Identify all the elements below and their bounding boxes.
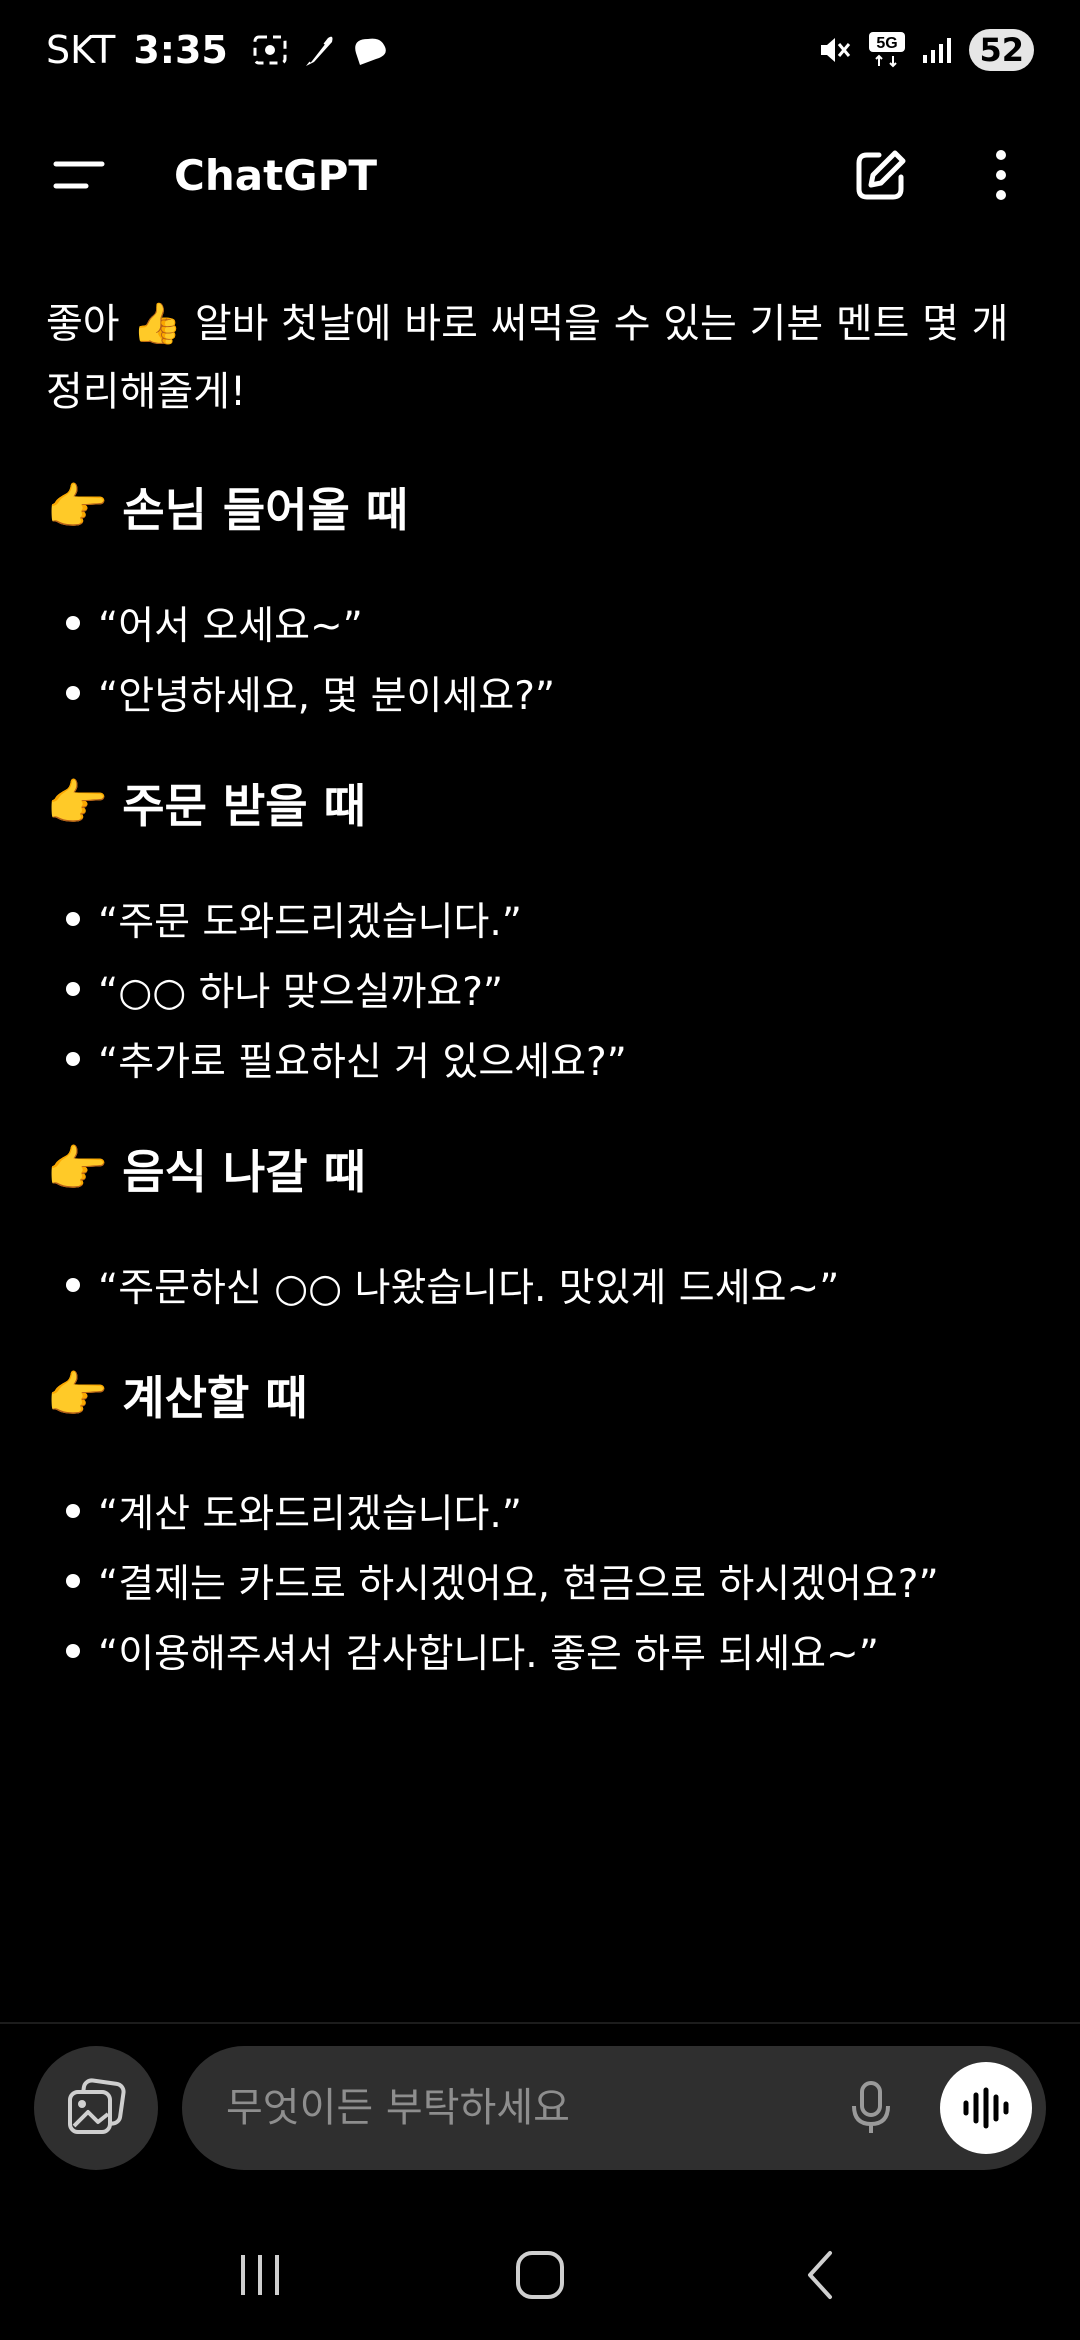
microphone-icon <box>852 2081 890 2133</box>
screen: SKT 3:35 5G 52 ChatGPT 좋아 👍 알바 첫날에 바로 써먹… <box>0 0 1080 2340</box>
list-item: “○○ 하나 맞으실까요?” <box>66 954 1046 1024</box>
signal-icon <box>921 35 955 65</box>
bullet-dot <box>66 1644 80 1658</box>
bullet-dot <box>66 1052 80 1066</box>
voice-waveform-icon <box>963 2087 1009 2129</box>
carrier-label: SKT <box>46 28 116 72</box>
list-item: “안녕하세요, 몇 분이세요?” <box>66 658 1046 728</box>
home-button[interactable] <box>495 2230 585 2320</box>
list-item-text: “○○ 하나 맞으실까요?” <box>98 970 504 1015</box>
app-bar: ChatGPT <box>0 120 1080 230</box>
bullet-dot <box>66 1574 80 1588</box>
pointing-hand-icon: 👉 <box>46 1139 109 1198</box>
menu-icon <box>53 161 105 189</box>
composer <box>34 2045 1046 2171</box>
recents-button[interactable] <box>215 2230 305 2320</box>
bullet-list: “주문하신 ○○ 나왔습니다. 맛있게 드세요~” <box>66 1250 1046 1320</box>
bullet-list: “주문 도와드리겠습니다.” “○○ 하나 맞으실까요?” “추가로 필요하신 … <box>66 884 1046 1094</box>
assistant-message: 좋아 👍 알바 첫날에 바로 써먹을 수 있는 기본 멘트 몇 개 정리해줄게!… <box>46 290 1046 1686</box>
section-heading-text: 주문 받을 때 <box>122 779 366 833</box>
list-item-text: “주문 도와드리겠습니다.” <box>98 900 523 945</box>
section-heading: 👉 주문 받을 때 <box>46 768 1046 838</box>
clock: 3:35 <box>133 28 228 72</box>
system-nav-bar <box>0 2220 1080 2330</box>
more-vertical-icon <box>996 150 1006 200</box>
list-item: “주문 도와드리겠습니다.” <box>66 884 1046 954</box>
app-bar-actions <box>846 140 1036 210</box>
list-item: “추가로 필요하신 거 있으세요?” <box>66 1024 1046 1094</box>
status-left: SKT 3:35 <box>46 28 390 72</box>
bullet-list: “계산 도와드리겠습니다.” “결제는 카드로 하시겠어요, 현금으로 하시겠어… <box>66 1476 1046 1686</box>
app-title: ChatGPT <box>174 150 378 200</box>
list-item-text: “안녕하세요, 몇 분이세요?” <box>98 674 556 719</box>
section-heading: 👉 손님 들어올 때 <box>46 472 1046 542</box>
attach-image-button[interactable] <box>34 2046 158 2170</box>
image-attach-icon <box>68 2078 126 2134</box>
bullet-dot <box>66 686 80 700</box>
message-input-container <box>182 2046 1046 2170</box>
pointing-hand-icon: 👉 <box>46 1365 109 1424</box>
edit-icon <box>856 150 906 200</box>
section-heading-text: 음식 나갈 때 <box>122 1145 366 1199</box>
bullet-dot <box>66 1278 80 1292</box>
section-heading: 👉 계산할 때 <box>46 1360 1046 1430</box>
bullet-list: “어서 오세요~” “안녕하세요, 몇 분이세요?” <box>66 588 1046 728</box>
bullet-dot <box>66 1504 80 1518</box>
bullet-dot <box>66 616 80 630</box>
list-item-text: “주문하신 ○○ 나왔습니다. 맛있게 드세요~” <box>98 1266 840 1311</box>
recents-icon <box>241 2255 279 2295</box>
battery-indicator: 52 <box>969 29 1034 71</box>
section-heading-text: 계산할 때 <box>122 1371 308 1425</box>
screenshot-icon <box>252 34 288 66</box>
list-item: “주문하신 ○○ 나왔습니다. 맛있게 드세요~” <box>66 1250 1046 1320</box>
back-button[interactable] <box>775 2230 865 2320</box>
list-item-text: “결제는 카드로 하시겠어요, 현금으로 하시겠어요?” <box>98 1562 939 1607</box>
home-icon <box>516 2251 564 2299</box>
list-item-text: “어서 오세요~” <box>98 604 363 649</box>
list-item: “이용해주셔서 감사합니다. 좋은 하루 되세요~” <box>66 1616 1046 1686</box>
notification-icons <box>252 32 390 68</box>
message-intro: 좋아 👍 알바 첫날에 바로 써먹을 수 있는 기본 멘트 몇 개 정리해줄게! <box>46 301 1009 415</box>
pointing-hand-icon: 👉 <box>46 773 109 832</box>
bullet-dot <box>66 982 80 996</box>
network-5g-icon: 5G <box>867 30 907 70</box>
bullet-dot <box>66 912 80 926</box>
list-item-text: “이용해주셔서 감사합니다. 좋은 하루 되세요~” <box>98 1632 879 1677</box>
composer-divider <box>0 2022 1080 2024</box>
message-input[interactable] <box>226 2085 836 2131</box>
list-item-text: “추가로 필요하신 거 있으세요?” <box>98 1040 627 1085</box>
list-item: “계산 도와드리겠습니다.” <box>66 1476 1046 1546</box>
list-item: “어서 오세요~” <box>66 588 1046 658</box>
status-bar: SKT 3:35 5G 52 <box>0 0 1080 100</box>
section-heading-text: 손님 들어올 때 <box>122 483 409 537</box>
new-chat-button[interactable] <box>846 140 916 210</box>
list-item-text: “계산 도와드리겠습니다.” <box>98 1492 523 1537</box>
section-heading: 👉 음식 나갈 때 <box>46 1134 1046 1204</box>
pointing-hand-icon: 👉 <box>46 477 109 536</box>
back-icon <box>808 2251 832 2299</box>
status-right: 5G 52 <box>817 29 1034 71</box>
mute-icon <box>817 33 853 67</box>
app-notification-icon <box>350 33 390 67</box>
microphone-button[interactable] <box>836 2073 906 2143</box>
voice-mode-button[interactable] <box>940 2062 1032 2154</box>
feather-icon <box>302 32 336 68</box>
menu-button[interactable] <box>44 140 114 210</box>
more-button[interactable] <box>966 140 1036 210</box>
list-item: “결제는 카드로 하시겠어요, 현금으로 하시겠어요?” <box>66 1546 1046 1616</box>
network-label: 5G <box>877 35 898 52</box>
